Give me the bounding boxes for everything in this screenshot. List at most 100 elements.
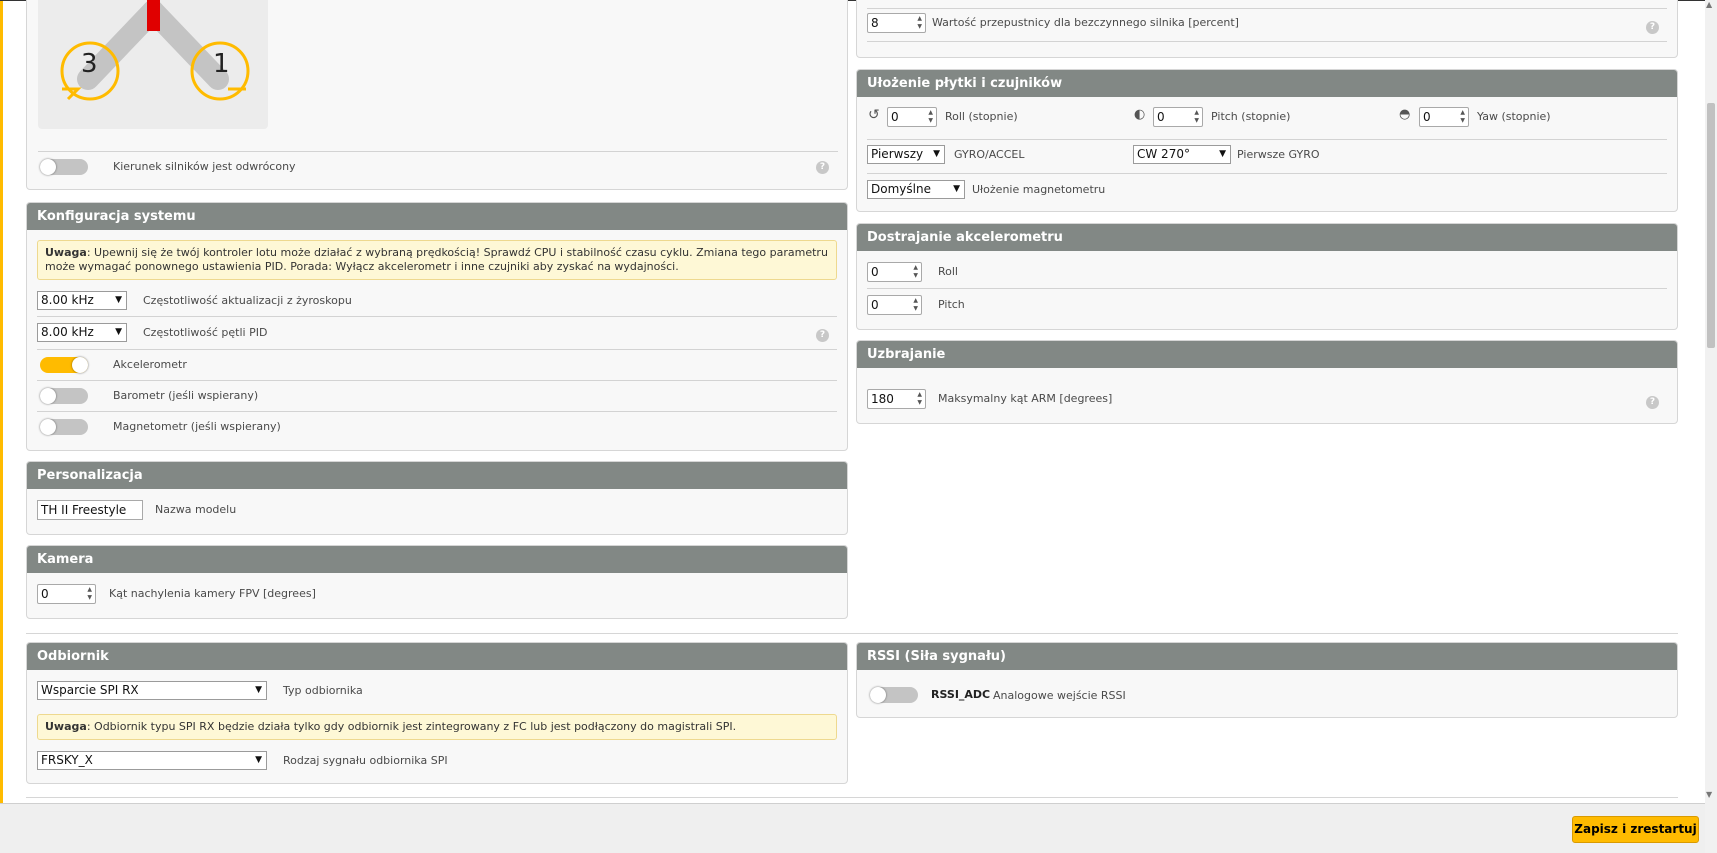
scroll-up-icon[interactable]: ▲: [1706, 0, 1712, 9]
spinner-arrows-icon[interactable]: ▲ ▼: [917, 15, 922, 31]
help-icon[interactable]: ?: [816, 161, 829, 174]
idle-throttle-input[interactable]: 8 ▲ ▼: [867, 13, 926, 33]
gyro-frequency-select[interactable]: 8.00 kHz ▼: [37, 291, 127, 310]
board-roll-input[interactable]: 0 ▲ ▼: [887, 107, 937, 127]
spin-down-icon[interactable]: ▼: [1194, 117, 1199, 124]
gyro-alignment-label: Pierwsze GYRO: [1237, 148, 1320, 161]
trim-roll-input[interactable]: 0 ▲ ▼: [867, 262, 922, 282]
divider: [37, 411, 837, 412]
divider: [867, 41, 1667, 42]
spin-down-icon[interactable]: ▼: [913, 305, 918, 312]
spin-down-icon[interactable]: ▼: [1460, 117, 1465, 124]
receiver-note: Uwaga: Odbiornik typu SPI RX będzie dzia…: [37, 714, 837, 740]
select-value: FRSKY_X: [41, 753, 93, 767]
spin-up-icon[interactable]: ▲: [917, 391, 922, 398]
spin-up-icon[interactable]: ▲: [913, 264, 918, 271]
warning-bold: Uwaga: [45, 246, 87, 259]
scrollbar-thumb[interactable]: [1707, 103, 1715, 348]
select-value: 8.00 kHz: [41, 325, 94, 339]
spinner-arrows-icon[interactable]: ▲ ▼: [913, 264, 918, 280]
select-value: 8.00 kHz: [41, 293, 94, 307]
throttle-panel: 8 ▲ ▼ Wartość przepustnicy dla bezczynneg…: [856, 0, 1678, 58]
accent-bar: [0, 0, 3, 853]
model-name-input[interactable]: TH II Freestyle: [37, 500, 143, 520]
spin-down-icon[interactable]: ▼: [928, 117, 933, 124]
note-bold: Uwaga: [45, 720, 87, 733]
spinner-arrows-icon[interactable]: ▲ ▼: [928, 109, 933, 125]
trim-pitch-input[interactable]: 0 ▲ ▼: [867, 295, 922, 315]
chevron-down-icon: ▼: [255, 755, 262, 765]
receiver-type-select[interactable]: Wsparcie SPI RX ▼: [37, 681, 267, 700]
board-pitch-input[interactable]: 0 ▲ ▼: [1153, 107, 1203, 127]
spin-up-icon[interactable]: ▲: [1194, 109, 1199, 116]
spin-up-icon[interactable]: ▲: [913, 297, 918, 304]
magnetometer-label: Magnetometr (jeśli wspierany): [113, 420, 281, 433]
mag-alignment-select[interactable]: Domyślne ▼: [867, 180, 965, 199]
save-and-reboot-button[interactable]: Zapisz i zrestartuj: [1572, 816, 1699, 843]
spi-protocol-label: Rodzaj sygnału odbiornika SPI: [283, 754, 448, 767]
max-arm-angle-input[interactable]: 180 ▲ ▼: [867, 389, 926, 409]
gyro-select[interactable]: Pierwszy ▼: [867, 145, 945, 164]
panel-title: Dostrajanie akcelerometru: [857, 224, 1677, 251]
spinner-arrows-icon[interactable]: ▲ ▼: [917, 391, 922, 407]
gyro-alignment-select[interactable]: CW 270° ▼: [1133, 145, 1231, 164]
accelerometer-label: Akcelerometr: [113, 358, 187, 371]
motor-diagram: 3 1: [38, 0, 268, 129]
spin-value: 0: [41, 587, 49, 601]
help-icon[interactable]: ?: [1646, 21, 1659, 34]
chevron-down-icon: ▼: [953, 184, 960, 194]
board-yaw-input[interactable]: 0 ▲ ▼: [1419, 107, 1469, 127]
model-name-label: Nazwa modelu: [155, 503, 237, 516]
spin-up-icon[interactable]: ▲: [917, 15, 922, 22]
divider: [867, 288, 1667, 289]
front-indicator: [147, 0, 160, 31]
rssi-adc-toggle[interactable]: [870, 687, 918, 703]
help-icon[interactable]: ?: [816, 329, 829, 342]
receiver-panel: Odbiornik Wsparcie SPI RX ▼ Typ odbiorni…: [26, 642, 848, 784]
spin-value: 0: [871, 298, 879, 312]
spinner-arrows-icon[interactable]: ▲ ▼: [1460, 109, 1465, 125]
motor-1-label: 1: [213, 49, 230, 79]
divider: [867, 173, 1667, 174]
spin-down-icon[interactable]: ▼: [87, 594, 92, 601]
accelerometer-toggle[interactable]: [40, 357, 88, 373]
board-yaw-label: Yaw (stopnie): [1477, 110, 1551, 123]
spin-down-icon[interactable]: ▼: [913, 272, 918, 279]
spi-protocol-select[interactable]: FRSKY_X ▼: [37, 751, 267, 770]
panel-title: Odbiornik: [27, 643, 847, 670]
spin-value: 180: [871, 392, 894, 406]
trim-roll-label: Roll: [938, 265, 958, 278]
scroll-down-icon[interactable]: ▼: [1706, 790, 1712, 799]
camera-angle-label: Kąt nachylenia kamery FPV [degrees]: [109, 587, 316, 600]
rssi-panel: RSSI (Siła sygnału) RSSI_ADC Analogowe w…: [856, 642, 1678, 718]
spin-down-icon[interactable]: ▼: [917, 399, 922, 406]
motor-reversed-label: Kierunek silników jest odwrócony: [113, 160, 296, 173]
spin-down-icon[interactable]: ▼: [917, 23, 922, 30]
divider: [37, 380, 837, 381]
spin-up-icon[interactable]: ▲: [1460, 109, 1465, 116]
select-value: Domyślne: [871, 182, 931, 196]
spinner-arrows-icon[interactable]: ▲ ▼: [1194, 109, 1199, 125]
accel-trim-panel: Dostrajanie akcelerometru 0 ▲ ▼ Roll 0 ▲ ▼…: [856, 223, 1678, 330]
camera-panel: Kamera 0 ▲ ▼ Kąt nachylenia kamery FPV [d…: [26, 545, 848, 619]
barometer-toggle[interactable]: [40, 388, 88, 404]
spinner-arrows-icon[interactable]: ▲ ▼: [87, 586, 92, 602]
spinner-arrows-icon[interactable]: ▲ ▼: [913, 297, 918, 313]
divider: [867, 8, 1667, 9]
select-value: Pierwszy: [871, 147, 924, 161]
motor-reversed-toggle[interactable]: [40, 159, 88, 175]
spin-up-icon[interactable]: ▲: [928, 109, 933, 116]
pid-frequency-label: Częstotliwość pętli PID: [143, 326, 268, 339]
spin-up-icon[interactable]: ▲: [87, 586, 92, 593]
rssi-adc-label: Analogowe wejście RSSI: [993, 689, 1126, 702]
panel-title: RSSI (Siła sygnału): [857, 643, 1677, 670]
motor-3-label: 3: [81, 49, 98, 79]
help-icon[interactable]: ?: [1646, 396, 1659, 409]
magnetometer-toggle[interactable]: [40, 419, 88, 435]
gyro-accel-label: GYRO/ACCEL: [954, 148, 1025, 161]
camera-angle-input[interactable]: 0 ▲ ▼: [37, 584, 96, 604]
panel-title: Ułożenie płytki i czujników: [857, 70, 1677, 97]
pid-frequency-select[interactable]: 8.00 kHz ▼: [37, 323, 127, 342]
spin-value: 8: [871, 16, 879, 30]
divider: [867, 139, 1667, 140]
